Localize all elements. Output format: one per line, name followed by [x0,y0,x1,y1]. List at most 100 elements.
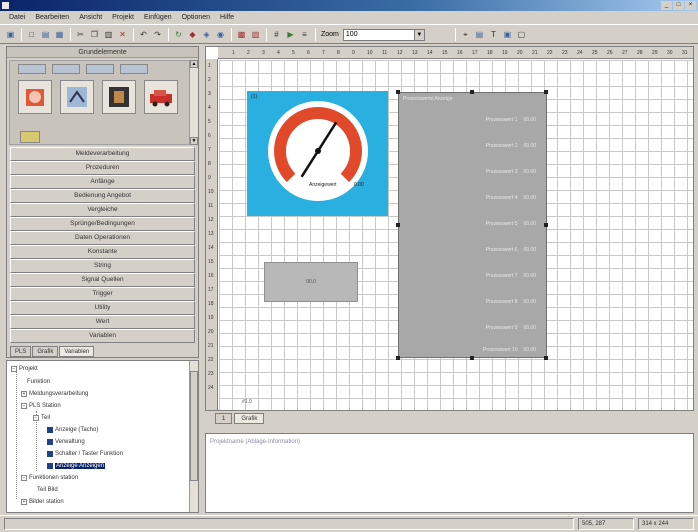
scroll-thumb[interactable] [190,371,198,481]
expand-icon[interactable]: + [21,499,27,505]
preview-icon[interactable]: ▨ [249,28,262,41]
category-item[interactable]: Vergleiche [10,203,195,217]
tab-pls[interactable]: PLS [10,346,32,357]
tool-b-icon[interactable]: ◈ [200,28,213,41]
category-item[interactable]: Signal Quellen [10,273,195,287]
resize-handle[interactable] [470,90,474,94]
output-pane[interactable]: Projektname (Ablage-Information) [205,433,694,513]
tree-node[interactable]: − Funktionen station [21,475,78,481]
window-icon[interactable]: ▢ [515,28,528,41]
copy-icon[interactable]: ❐ [88,28,101,41]
collapse-icon[interactable]: − [21,403,27,409]
scroll-down-icon[interactable]: ▼ [190,137,198,145]
canvas-tab-1[interactable]: 1 [215,413,233,424]
close-button[interactable]: × [685,1,696,10]
resize-handle[interactable] [544,223,548,227]
scroll-up-icon[interactable]: ▲ [190,60,198,68]
resize-handle[interactable] [396,90,400,94]
menu-optionen[interactable]: Optionen [177,14,215,21]
category-item[interactable]: Konstante [10,245,195,259]
motor-element-icon[interactable] [102,80,136,114]
save-icon[interactable]: ▦ [53,28,66,41]
design-canvas[interactable]: 1 2 3 4 5 6 7 8 9 10 11 12 13 14 15 16 17 18 19 20 21 22 23 24 2… [205,46,694,411]
maximize-button[interactable]: □ [673,1,684,10]
tree-node[interactable]: Teil Bild [37,487,58,493]
library-thumb[interactable] [86,64,114,74]
tree-node[interactable]: Schalter / Taster Funktion [47,451,123,457]
canvas-tab-grafik[interactable]: Grafik [234,413,265,424]
tree-scrollbar[interactable] [189,361,198,512]
category-item[interactable]: Anfänge [10,175,195,189]
collapse-icon[interactable]: − [21,475,27,481]
tree-node[interactable]: Anzeige (Tacho) [47,427,98,433]
tab-grafik[interactable]: Grafik [32,346,59,357]
menu-datei[interactable]: Datei [4,14,30,21]
tool-c-icon[interactable]: ◉ [214,28,227,41]
category-item[interactable]: Prozeduren [10,161,195,175]
resize-handle[interactable] [544,90,548,94]
library-thumb[interactable] [52,64,80,74]
folder-icon[interactable] [20,131,40,143]
tree-node[interactable]: + Meldungsverarbeitung [21,391,88,397]
category-item[interactable]: Bedienung Angebot [10,189,195,203]
tree-node[interactable]: − PLS Station [21,403,61,409]
cut-icon[interactable]: ✂ [74,28,87,41]
library-scrollbar[interactable]: ▲ ▼ [189,60,198,145]
tree-node-selected[interactable]: Anzeige Anzeigen [47,463,106,469]
redo-icon[interactable]: ↷ [151,28,164,41]
text-icon[interactable]: T [487,28,500,41]
new-icon[interactable]: □ [25,28,38,41]
vehicle-element-icon[interactable] [144,80,178,114]
resize-handle[interactable] [544,356,548,360]
paste-icon[interactable]: ▥ [102,28,115,41]
delete-icon[interactable]: ✕ [116,28,129,41]
category-item[interactable]: Daten Operationen [10,231,195,245]
print-icon[interactable]: ▩ [235,28,248,41]
category-item[interactable]: Utility [10,301,195,315]
tree-node[interactable]: − Projekt [11,366,38,372]
category-item[interactable]: Variablen [10,329,195,343]
menu-projekt[interactable]: Projekt [107,14,139,21]
undo-icon[interactable]: ↶ [137,28,150,41]
menu-ansicht[interactable]: Ansicht [74,14,107,21]
resize-handle[interactable] [396,223,400,227]
tree-node[interactable]: Funktion [27,379,50,385]
menu-einfuegen[interactable]: Einfügen [139,14,177,21]
layout-icon[interactable]: ▤ [473,28,486,41]
collapse-icon[interactable]: − [11,366,17,372]
grid-icon[interactable]: # [270,28,283,41]
expand-icon[interactable]: + [21,391,27,397]
project-icon[interactable]: ▣ [4,28,17,41]
pointer-icon[interactable]: ⌖ [459,28,472,41]
collapse-icon[interactable]: − [33,415,39,421]
value-display-box[interactable]: 00.0 [264,262,358,302]
image-icon[interactable]: ▣ [501,28,514,41]
tank-element-icon[interactable] [18,80,52,114]
process-values-panel[interactable]: Prozesswerte Anzeige Prozesswert 1 00.00 … [398,92,547,358]
tree-node[interactable]: Verwaltung [47,439,85,445]
gauge-widget[interactable]: (1) Anzeigewert 0.00 [247,91,388,216]
tool-a-icon[interactable]: ◆ [186,28,199,41]
category-item[interactable]: Wert [10,315,195,329]
refresh-icon[interactable]: ↻ [172,28,185,41]
minimize-button[interactable]: _ [661,1,672,10]
run-icon[interactable]: ▶ [284,28,297,41]
resize-handle[interactable] [396,356,400,360]
library-thumb[interactable] [18,64,46,74]
category-item[interactable]: Meldeverarbeitung [10,147,195,161]
category-item[interactable]: Sprünge/Bedingungen [10,217,195,231]
chevron-down-icon[interactable]: ▼ [413,29,424,40]
menu-bearbeiten[interactable]: Bearbeiten [30,14,74,21]
menu-hilfe[interactable]: Hilfe [215,14,239,21]
category-item[interactable]: Trigger [10,287,195,301]
resize-handle[interactable] [470,356,474,360]
align-icon[interactable]: ≡ [298,28,311,41]
valve-element-icon[interactable] [60,80,94,114]
tab-variablen[interactable]: Variablen [59,346,95,357]
library-thumb[interactable] [120,64,148,74]
zoom-select[interactable]: 100 ▼ [342,28,425,41]
tree-node[interactable]: + Bilder station [21,499,64,505]
open-icon[interactable]: ▤ [39,28,52,41]
category-item[interactable]: String [10,259,195,273]
tree-node[interactable]: − Teil [33,415,50,421]
